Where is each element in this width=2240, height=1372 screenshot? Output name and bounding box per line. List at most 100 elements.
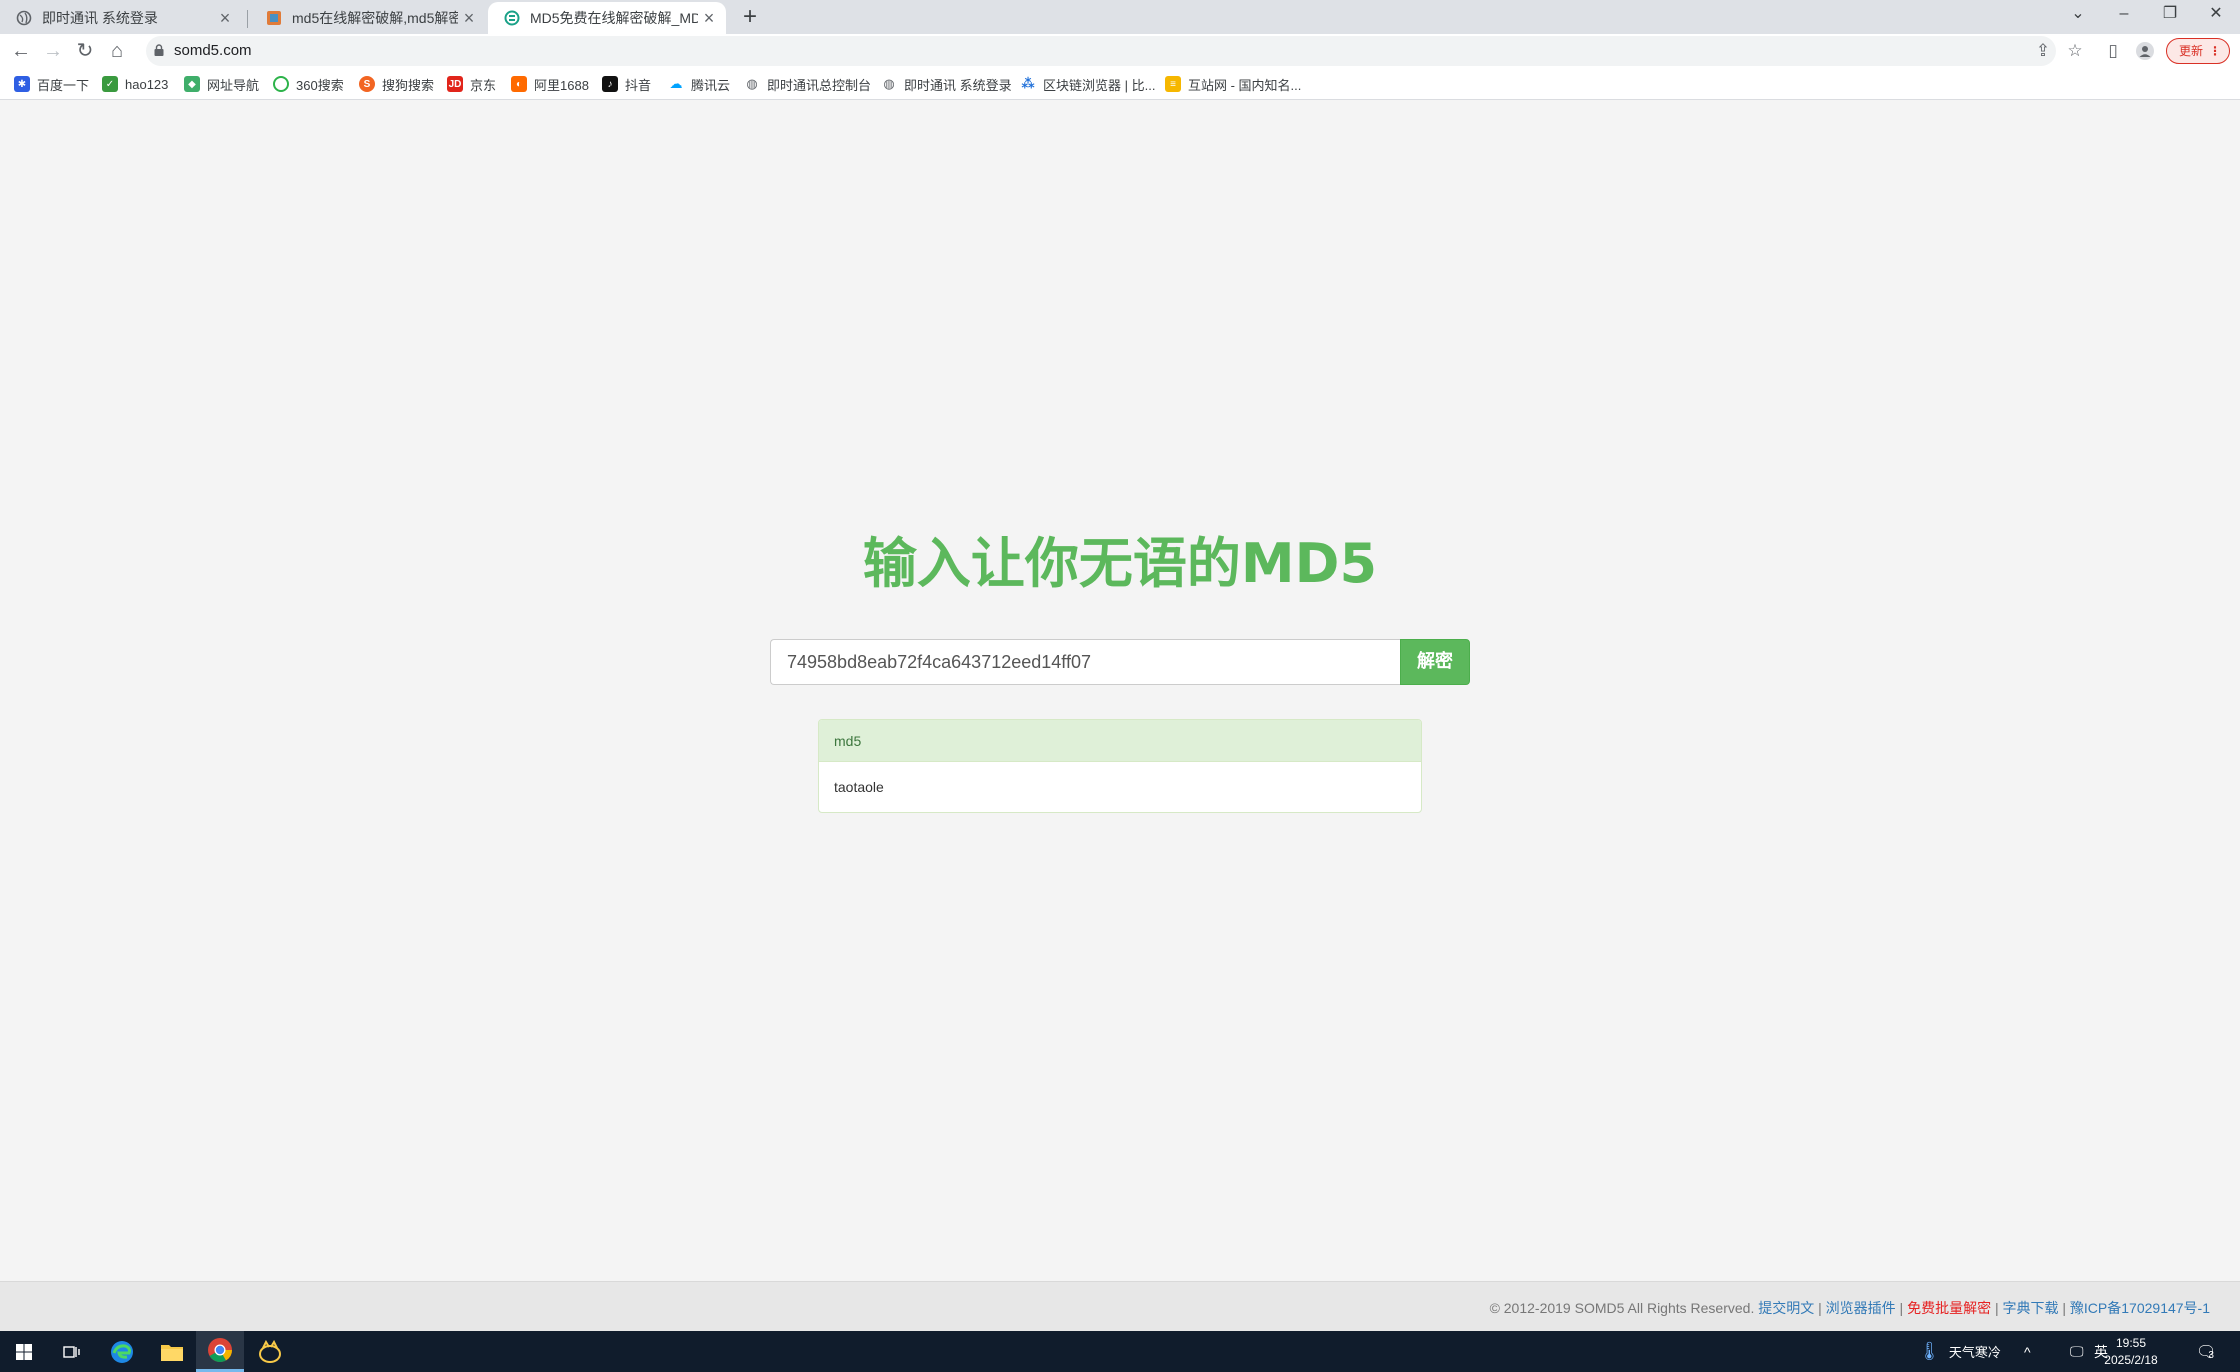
bookmark-360[interactable]: 360搜索 — [273, 75, 344, 93]
browser-toolbar: ← → ↻ ⌂ somd5.com ⇪ ☆ ▯ 更新 ⋮ — [0, 34, 2240, 68]
chrome-icon[interactable] — [196, 1331, 244, 1372]
bookmark-im-login[interactable]: ◍ 即时通讯 系统登录 — [881, 75, 1012, 93]
bookmark-label: 即时通讯 系统登录 — [904, 77, 1012, 93]
ali1688-icon: ◐ — [511, 76, 527, 92]
bookmark-label: 360搜索 — [296, 77, 344, 93]
result-header: md5 — [819, 720, 1421, 762]
bookmark-jd[interactable]: JD 京东 — [447, 75, 496, 93]
bookmark-label: 京东 — [470, 77, 497, 93]
bookmark-label: 搜狗搜索 — [382, 77, 435, 93]
tray-overflow-icon[interactable]: ^ — [2024, 1331, 2031, 1372]
clock-time: 19:55 — [2115, 1336, 2147, 1350]
taskbar: 🌡 天气寒冷 ^ 🖵 英 19:55 2025/2/18 🗨 3 — [0, 1331, 2240, 1372]
update-button[interactable]: 更新 ⋮ — [2166, 38, 2230, 64]
back-icon[interactable]: ← — [8, 38, 34, 64]
notification-count: 3 — [2208, 1350, 2214, 1361]
close-tab-icon[interactable]: × — [698, 8, 720, 29]
md5-input[interactable] — [770, 639, 1402, 685]
bookmark-baidu[interactable]: ✱ 百度一下 — [14, 75, 89, 93]
tab-search-icon[interactable]: ⌄ — [2056, 0, 2100, 30]
weather-widget[interactable]: 🌡 天气寒冷 — [1918, 1331, 2001, 1372]
browser-plugin-link[interactable]: 浏览器插件 — [1826, 1300, 1896, 1316]
globe-icon — [16, 10, 32, 26]
bookmark-label: 即时通讯总控制台 — [767, 77, 872, 93]
jd-icon: JD — [447, 76, 463, 92]
notification-icon[interactable]: 🗨 3 — [2196, 1331, 2216, 1372]
bookmark-douyin[interactable]: ♪ 抖音 — [602, 75, 651, 93]
share-icon[interactable]: ⇪ — [2030, 38, 2056, 64]
bookmark-star-icon[interactable]: ☆ — [2062, 38, 2088, 64]
tab-divider — [247, 10, 248, 28]
tab-cmd5[interactable]: md5在线解密破解,md5解密加密 × — [250, 2, 486, 34]
sogou-icon: S — [359, 76, 375, 92]
huzhan-icon: ≡ — [1165, 76, 1181, 92]
footer-text: © 2012-2019 SOMD5 All Rights Reserved. 提… — [1490, 1298, 2210, 1318]
lock-icon — [154, 44, 164, 56]
address-bar[interactable]: somd5.com — [146, 36, 2056, 66]
bookmark-hao123[interactable]: ✓ hao123 — [102, 75, 168, 93]
bookmark-blockchain[interactable]: ⁂ 区块链浏览器 | 比... — [1020, 75, 1155, 93]
home-icon[interactable]: ⌂ — [104, 38, 130, 64]
bookmark-label: hao123 — [125, 76, 169, 92]
result-panel: md5 taotaole — [818, 719, 1422, 813]
messenger-app-icon[interactable] — [246, 1331, 294, 1372]
page-content: 输入让你无语的MD5 解密 md5 taotaole — [0, 101, 2240, 1281]
footer-separator: | — [1814, 1300, 1826, 1316]
bookmark-im-console[interactable]: ◍ 即时通讯总控制台 — [744, 75, 871, 93]
thermometer-icon: 🌡 — [1918, 1341, 1941, 1361]
taskbar-clock[interactable]: 19:55 2025/2/18 — [2098, 1335, 2164, 1369]
globe-icon: ◍ — [744, 76, 760, 92]
restore-icon[interactable]: ❐ — [2148, 0, 2192, 30]
bookmark-1688[interactable]: ◐ 阿里1688 — [511, 75, 589, 93]
weather-text: 天气寒冷 — [1948, 1345, 2001, 1360]
nav-icon: ◆ — [184, 76, 200, 92]
network-icon[interactable]: 🖵 — [2070, 1331, 2084, 1372]
bookmark-tencent-cloud[interactable]: ☁ 腾讯云 — [668, 75, 730, 93]
baidu-icon: ✱ — [14, 76, 30, 92]
footer-separator: | — [1895, 1300, 1908, 1316]
bookmark-label: 区块链浏览器 | 比... — [1043, 77, 1156, 93]
bookmark-huzhan[interactable]: ≡ 互站网 - 国内知名... — [1165, 75, 1301, 93]
clock-date: 2025/2/18 — [2104, 1353, 2158, 1367]
bookmark-label: 抖音 — [625, 77, 652, 93]
batch-decrypt-link[interactable]: 免费批量解密 — [1907, 1300, 1991, 1316]
url-text: somd5.com — [174, 42, 252, 59]
bookmark-nav[interactable]: ◆ 网址导航 — [184, 75, 259, 93]
tencent-cloud-icon: ☁ — [668, 76, 684, 92]
bookmark-label: 网址导航 — [207, 77, 260, 93]
minimize-icon[interactable]: – — [2102, 0, 2146, 30]
profile-avatar-icon[interactable] — [2132, 38, 2158, 64]
footer-separator: | — [2058, 1300, 2070, 1316]
tab-title: 即时通讯 系统登录 — [42, 10, 158, 26]
forward-icon[interactable]: → — [40, 38, 66, 64]
edge-browser-icon[interactable] — [98, 1331, 146, 1372]
bookmarks-bar: ✱ 百度一下 ✓ hao123 ◆ 网址导航 360搜索 S 搜狗搜索 JD 京… — [0, 68, 2240, 100]
globe-icon: ◍ — [881, 76, 897, 92]
copyright-text: © 2012-2019 SOMD5 All Rights Reserved. — [1489, 1300, 1755, 1316]
tab-somd5[interactable]: MD5免费在线解密破解_MD5在 × — [488, 2, 726, 34]
start-windows-icon[interactable] — [0, 1331, 48, 1372]
submit-plaintext-link[interactable]: 提交明文 — [1758, 1300, 1814, 1316]
somd5-favicon — [504, 10, 520, 26]
result-value: taotaole — [834, 779, 884, 795]
bookmark-label: 百度一下 — [37, 77, 90, 93]
side-panel-icon[interactable]: ▯ — [2100, 38, 2126, 64]
bookmark-sogou[interactable]: S 搜狗搜索 — [359, 75, 434, 93]
hao123-icon: ✓ — [102, 76, 118, 92]
page-footer: © 2012-2019 SOMD5 All Rights Reserved. 提… — [0, 1281, 2240, 1331]
reload-icon[interactable]: ↻ — [72, 38, 98, 64]
decrypt-button[interactable]: 解密 — [1400, 639, 1470, 685]
douyin-icon: ♪ — [602, 76, 618, 92]
bookmark-label: 阿里1688 — [534, 77, 589, 93]
task-view-icon[interactable] — [48, 1331, 96, 1372]
footer-separator: | — [1991, 1300, 2003, 1316]
close-window-icon[interactable]: ✕ — [2194, 0, 2238, 30]
icp-link[interactable]: 豫ICP备17029147号-1 — [2070, 1300, 2210, 1316]
close-tab-icon[interactable]: × — [214, 8, 236, 29]
bookmark-label: 互站网 - 国内知名... — [1188, 77, 1302, 93]
close-tab-icon[interactable]: × — [458, 8, 480, 29]
file-explorer-icon[interactable] — [148, 1331, 196, 1372]
tab-im-login[interactable]: 即时通讯 系统登录 × — [0, 2, 242, 34]
new-tab-button[interactable]: + — [736, 4, 764, 32]
dictionary-download-link[interactable]: 字典下载 — [2003, 1300, 2059, 1316]
